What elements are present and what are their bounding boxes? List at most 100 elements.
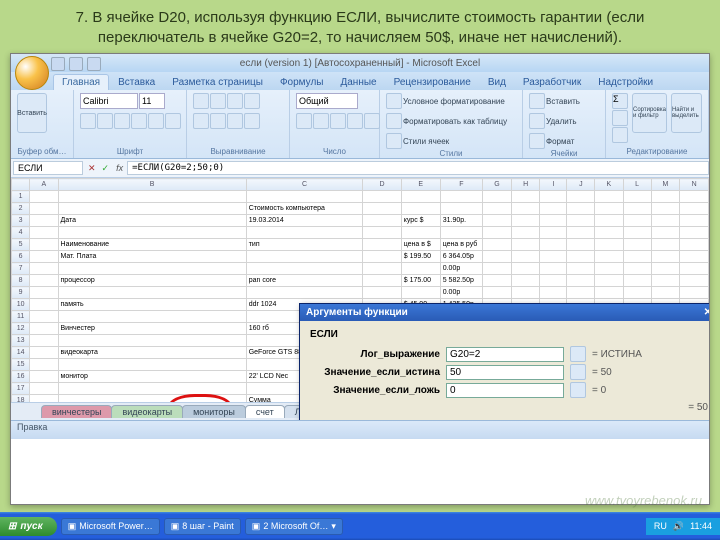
- dec-dec-button[interactable]: [364, 113, 380, 129]
- title-bar: если (version 1) [Автосохраненный] - Mic…: [11, 54, 709, 72]
- label: Форматировать как таблицу: [403, 117, 507, 126]
- font-size-input[interactable]: [139, 93, 165, 109]
- paste-button[interactable]: Вставить: [17, 93, 47, 133]
- font-name-input[interactable]: [80, 93, 138, 109]
- format-cells-button[interactable]: Формат: [529, 133, 574, 149]
- qat-redo-icon[interactable]: [87, 57, 101, 71]
- collapse-icon[interactable]: [570, 364, 586, 380]
- dialog-close-icon[interactable]: ✕: [704, 307, 709, 318]
- border-button[interactable]: [131, 113, 147, 129]
- fx-button[interactable]: fx: [112, 163, 127, 173]
- formula-bar: ЕСЛИ ✕ ✓ fx =ЕСЛИ(G20=2;50;0): [11, 159, 709, 178]
- align-right-button[interactable]: [227, 113, 243, 129]
- insert-cells-button[interactable]: Вставить: [529, 93, 580, 109]
- tab-view[interactable]: Вид: [480, 75, 514, 90]
- system-tray[interactable]: RU 🔊 11:44: [646, 518, 720, 535]
- arg-input[interactable]: [446, 347, 564, 362]
- group-label: Буфер обм…: [17, 147, 67, 156]
- group-label: Редактирование: [612, 147, 702, 156]
- ribbon: Вставить Буфер обм… Шрифт Выравнивание Ч…: [11, 90, 709, 159]
- taskbar-item[interactable]: ▣2 Microsoft Of…▾: [245, 518, 343, 535]
- sheet-tab[interactable]: мониторы: [182, 405, 246, 418]
- start-button[interactable]: ⊞пуск: [0, 517, 57, 536]
- group-label: Стили: [386, 149, 516, 158]
- tab-formulas[interactable]: Формулы: [272, 75, 332, 90]
- comma-button[interactable]: [330, 113, 346, 129]
- ribbon-group-font: Шрифт: [74, 90, 187, 158]
- name-box[interactable]: ЕСЛИ: [13, 161, 83, 175]
- clear-button[interactable]: [612, 127, 628, 143]
- tab-data[interactable]: Данные: [332, 75, 384, 90]
- cell-styles-icon: [386, 133, 402, 149]
- function-name: ЕСЛИ: [310, 329, 708, 340]
- align-top-button[interactable]: [193, 93, 209, 109]
- tab-review[interactable]: Рецензирование: [386, 75, 479, 90]
- arg-input[interactable]: [446, 365, 564, 380]
- qat-undo-icon[interactable]: [69, 57, 83, 71]
- align-center-button[interactable]: [210, 113, 226, 129]
- tab-pagelayout[interactable]: Разметка страницы: [164, 75, 271, 90]
- format-as-table-button[interactable]: Форматировать как таблицу: [386, 113, 507, 129]
- merge-button[interactable]: [244, 113, 260, 129]
- arg-input[interactable]: [446, 383, 564, 398]
- format-icon: [529, 133, 545, 149]
- align-left-button[interactable]: [193, 113, 209, 129]
- bold-button[interactable]: [80, 113, 96, 129]
- group-label: Число: [296, 147, 373, 156]
- wrap-button[interactable]: [244, 93, 260, 109]
- qat-save-icon[interactable]: [51, 57, 65, 71]
- fill-button[interactable]: [612, 110, 628, 126]
- sort-filter-button[interactable]: Сортировка и фильтр: [632, 93, 667, 133]
- group-label: Ячейки: [529, 149, 599, 158]
- ribbon-tabs: Главная Вставка Разметка страницы Формул…: [11, 72, 709, 90]
- align-middle-button[interactable]: [210, 93, 226, 109]
- align-bottom-button[interactable]: [227, 93, 243, 109]
- fill-color-button[interactable]: [148, 113, 164, 129]
- taskbar-item[interactable]: ▣8 шаг - Paint: [164, 518, 241, 535]
- collapse-icon[interactable]: [570, 346, 586, 362]
- label: Вставить: [546, 97, 580, 106]
- taskbar-item[interactable]: ▣Microsoft Power…: [61, 518, 160, 535]
- tab-home[interactable]: Главная: [53, 74, 109, 90]
- find-select-button[interactable]: Найти и выделить: [671, 93, 702, 133]
- windows-logo-icon: ⊞: [8, 521, 16, 532]
- font-color-button[interactable]: [165, 113, 181, 129]
- number-format-input[interactable]: [296, 93, 358, 109]
- worksheet-area[interactable]: ABCDEFGHIJKLMN12Стоимость компьютера3Дат…: [11, 178, 709, 420]
- collapse-icon[interactable]: [570, 382, 586, 398]
- watermark: www.tvoyrebenok.ru: [585, 493, 702, 508]
- percent-button[interactable]: [313, 113, 329, 129]
- italic-button[interactable]: [97, 113, 113, 129]
- dialog-titlebar[interactable]: Аргументы функции ✕: [300, 304, 709, 321]
- sheet-tab-active[interactable]: счет: [245, 405, 285, 418]
- enter-formula-icon[interactable]: ✓: [99, 163, 113, 174]
- clock: 11:44: [690, 521, 712, 531]
- tray-icon[interactable]: 🔊: [673, 521, 684, 532]
- dialog-title: Аргументы функции: [306, 307, 408, 318]
- inc-dec-button[interactable]: [347, 113, 363, 129]
- sheet-tab[interactable]: винчестеры: [41, 405, 112, 418]
- underline-button[interactable]: [114, 113, 130, 129]
- office-button[interactable]: [15, 56, 49, 90]
- cell-styles-button[interactable]: Стили ячеек: [386, 133, 449, 149]
- ribbon-group-alignment: Выравнивание: [187, 90, 290, 158]
- ribbon-group-editing: Σ Сортировка и фильтр Найти и выделить Р…: [606, 90, 709, 158]
- cancel-formula-icon[interactable]: ✕: [85, 163, 99, 174]
- formula-input[interactable]: =ЕСЛИ(G20=2;50;0): [127, 161, 709, 175]
- cond-format-button[interactable]: Условное форматирование: [386, 93, 505, 109]
- tab-developer[interactable]: Разработчик: [515, 75, 589, 90]
- app-icon: ▣: [171, 521, 180, 532]
- label: Стили ячеек: [403, 137, 449, 146]
- tab-addins[interactable]: Надстройки: [590, 75, 661, 90]
- delete-cells-button[interactable]: Удалить: [529, 113, 577, 129]
- sum-button[interactable]: Σ: [612, 93, 628, 109]
- ribbon-group-styles: Условное форматирование Форматировать ка…: [380, 90, 523, 158]
- ribbon-group-cells: Вставить Удалить Формат Ячейки: [523, 90, 606, 158]
- tab-insert[interactable]: Вставка: [110, 75, 163, 90]
- format-table-icon: [386, 113, 402, 129]
- task-text: 7. В ячейке D20, используя функцию ЕСЛИ,…: [0, 0, 720, 53]
- currency-button[interactable]: [296, 113, 312, 129]
- delete-icon: [529, 113, 545, 129]
- sheet-tab[interactable]: видеокарты: [111, 405, 183, 418]
- lang-indicator[interactable]: RU: [654, 521, 667, 531]
